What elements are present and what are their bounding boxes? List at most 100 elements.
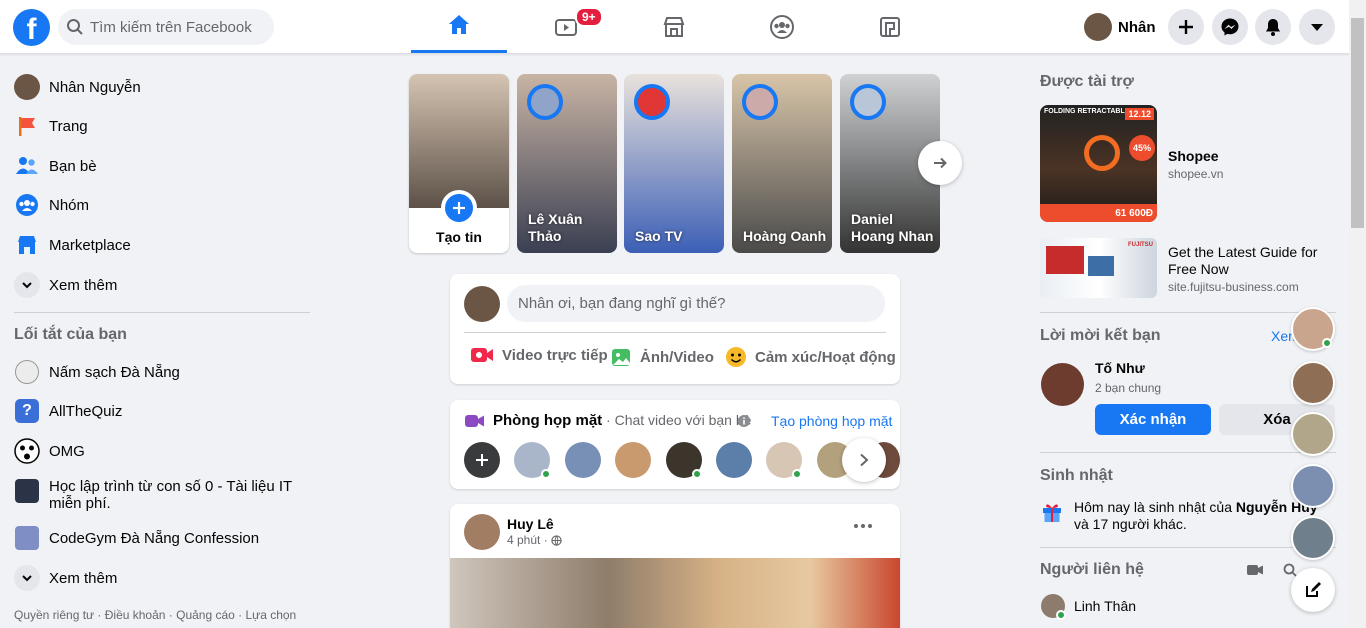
sidebar-item-groups[interactable]: Nhóm (14, 192, 89, 218)
tab-groups[interactable] (734, 0, 830, 53)
avatar[interactable] (1041, 363, 1084, 406)
notifications-button[interactable] (1255, 9, 1291, 45)
ad-title[interactable]: Get the Latest Guide for Free Now (1168, 244, 1338, 278)
arrow-right-icon (934, 157, 947, 169)
create-room-link[interactable]: Tạo phòng họp mặt (771, 413, 892, 429)
live-video-button[interactable]: Video trực tiếp (470, 346, 608, 364)
friend-requests-title: Lời mời kết bạn (1040, 327, 1161, 344)
shortcut-item[interactable]: Học lập trình từ con số 0 - Tài liệu IT … (14, 478, 310, 512)
more-icon (854, 524, 858, 528)
new-room-icon[interactable] (1247, 564, 1263, 576)
add-story-button[interactable] (441, 190, 477, 226)
scrollbar-thumb[interactable] (1351, 18, 1364, 228)
divider (1040, 312, 1336, 313)
plus-icon (1179, 20, 1193, 34)
chat-head[interactable] (1291, 516, 1335, 560)
sidebar-item-label: Xem thêm (49, 276, 118, 294)
ad-domain: shopee.vn (1168, 167, 1224, 181)
create-button[interactable] (1168, 9, 1204, 45)
ad-date-badge: 12.12 (1125, 108, 1154, 120)
tab-watch[interactable]: 9+ (518, 0, 614, 53)
contact-name[interactable]: Linh Thân (1074, 598, 1136, 614)
ad-image-fujitsu[interactable]: FUJITSU (1040, 238, 1157, 298)
search-icon (67, 19, 83, 35)
avatar[interactable] (565, 442, 601, 478)
avatar (1084, 13, 1112, 41)
shortcuts-title: Lối tắt của bạn (14, 326, 127, 343)
profile-shortcut[interactable]: Nhân (1084, 11, 1156, 43)
gaming-icon (880, 16, 900, 37)
create-room-button[interactable] (464, 442, 500, 478)
shortcut-item[interactable]: OMG (14, 438, 85, 464)
post-time[interactable]: 4 phút · (507, 533, 548, 547)
tab-marketplace[interactable] (626, 0, 722, 53)
page-scrollbar[interactable] (1349, 0, 1366, 628)
confirm-request-button[interactable]: Xác nhận (1095, 404, 1211, 435)
photo-video-button[interactable]: Ảnh/Video (610, 346, 714, 368)
live-video-icon (471, 348, 493, 362)
divider (1040, 547, 1336, 548)
search-box[interactable] (58, 9, 274, 45)
story-card[interactable]: Hoàng Oanh (732, 74, 832, 253)
post-author[interactable]: Huy Lê (507, 516, 554, 532)
info-icon[interactable] (738, 415, 750, 427)
search-input[interactable] (90, 9, 270, 45)
online-indicator (1322, 338, 1332, 348)
sidebar-item-marketplace[interactable]: Marketplace (14, 232, 131, 258)
chevron-down-icon (14, 272, 40, 298)
facebook-logo[interactable]: f (13, 9, 50, 46)
mushroom-group-icon (14, 359, 40, 385)
ad-title[interactable]: Shopee (1168, 148, 1219, 164)
chat-head[interactable] (1291, 361, 1335, 405)
ad-discount-badge: 45% (1129, 135, 1155, 161)
feeling-activity-button[interactable]: Cảm xúc/Hoạt động (725, 346, 896, 368)
story-card[interactable]: Lê Xuân Thảo (517, 74, 617, 253)
avatar[interactable] (716, 442, 752, 478)
request-name[interactable]: Tố Như (1095, 360, 1145, 376)
tab-home[interactable] (411, 0, 507, 53)
chat-head[interactable] (1291, 412, 1335, 456)
sidebar-item-pages[interactable]: Trang (14, 113, 88, 139)
rooms-subtitle: · Chat video với bạn bè (602, 412, 752, 428)
messenger-button[interactable] (1212, 9, 1248, 45)
sidebar-item-profile[interactable]: Nhân Nguyễn (14, 74, 141, 100)
account-menu-button[interactable] (1299, 9, 1335, 45)
sidebar-item-label: Trang (49, 117, 88, 135)
story-card[interactable]: Sao TV (624, 74, 724, 253)
action-label: Ảnh/Video (640, 348, 714, 366)
rooms-card: Phòng họp mặt · Chat video với bạn bè Tạ… (450, 400, 900, 489)
messenger-icon (1221, 18, 1239, 36)
divider (464, 332, 886, 333)
shortcut-item[interactable]: Nấm sạch Đà Nẵng (14, 359, 180, 385)
post-image[interactable] (450, 558, 900, 628)
post-options-button[interactable] (854, 524, 872, 528)
request-mutual: 2 bạn chung (1095, 381, 1162, 395)
chat-head[interactable] (1291, 464, 1335, 508)
rooms-next-button[interactable] (842, 438, 886, 482)
tab-gaming[interactable] (842, 0, 938, 53)
shortcuts-see-more[interactable]: Xem thêm (14, 565, 117, 591)
online-indicator (792, 469, 802, 479)
action-label: Cảm xúc/Hoạt động (755, 348, 896, 366)
divider (1040, 452, 1336, 453)
avatar[interactable] (464, 514, 500, 550)
sidebar-item-friends[interactable]: Bạn bè (14, 153, 97, 179)
video-room-icon (465, 415, 484, 427)
search-icon[interactable] (1283, 563, 1297, 577)
groups-icon (14, 192, 40, 218)
group-thumbnail-icon (14, 478, 40, 504)
story-author: Lê Xuân Thảo (528, 211, 583, 244)
rooms-heading: Phòng họp mặt · Chat video với bạn bè (493, 412, 751, 429)
post-meta: 4 phút · (507, 533, 562, 547)
create-story-card[interactable]: Tạo tin (409, 74, 509, 253)
sidebar-item-see-more[interactable]: Xem thêm (14, 272, 117, 298)
footer-links[interactable]: Quyền riêng tư · Điều khoản · Quảng cáo … (14, 608, 296, 622)
new-message-button[interactable] (1291, 568, 1335, 612)
avatar[interactable] (615, 442, 651, 478)
shortcut-item[interactable]: ? AllTheQuiz (14, 398, 122, 424)
ad-image-shopee[interactable]: FOLDING RETRACTABLE LED L 12.12 45% 61 6… (1040, 105, 1157, 222)
contacts-title: Người liên hệ (1040, 561, 1144, 578)
shortcut-item[interactable]: CodeGym Đà Nẵng Confession (14, 525, 259, 551)
composer-input[interactable]: Nhân ơi, bạn đang nghĩ gì thế? (507, 285, 885, 322)
stories-next-button[interactable] (918, 141, 962, 185)
